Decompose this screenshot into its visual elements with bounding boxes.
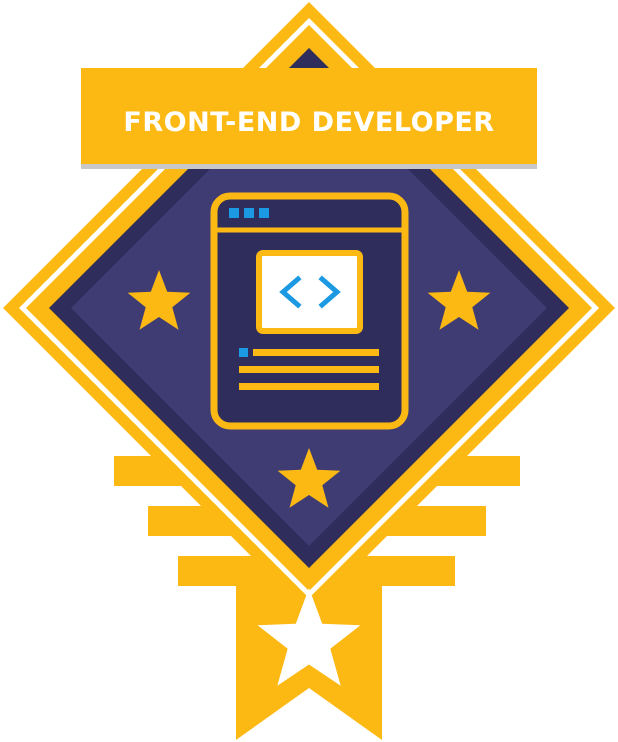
- browser-dot-1: [229, 208, 239, 218]
- badge-title: FRONT-END DEVELOPER: [123, 107, 494, 138]
- browser-line-marker: [239, 348, 248, 357]
- browser-dot-3: [259, 208, 269, 218]
- title-banner: FRONT-END DEVELOPER: [81, 68, 537, 169]
- browser-text-line-3: [239, 383, 379, 390]
- front-end-developer-badge: FRONT-END DEVELOPER: [3, 2, 615, 740]
- browser-text-line-2: [239, 366, 379, 373]
- browser-dot-2: [244, 208, 254, 218]
- code-screen: [256, 250, 363, 334]
- browser-text-line-1: [253, 349, 379, 356]
- browser-window-icon: [210, 192, 409, 430]
